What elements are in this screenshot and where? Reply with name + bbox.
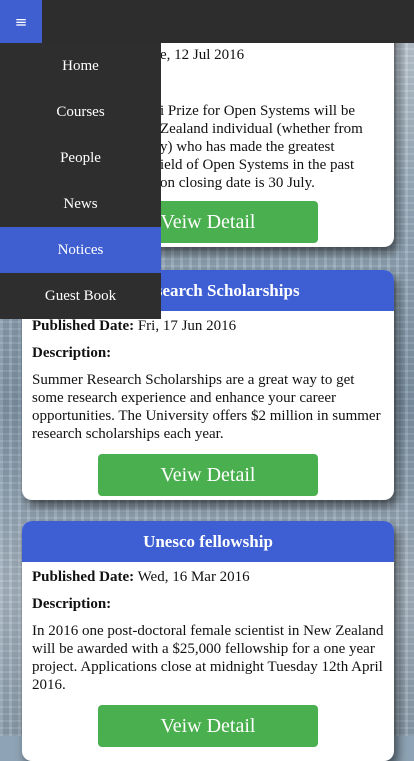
hamburger-icon[interactable]: ≡ [0,0,42,43]
card-title: Unesco fellowship [22,521,394,562]
description-line: y) who has made the greatest [160,139,335,155]
description-line: Zealand individual (whether from [160,121,363,137]
notice-card: Unesco fellowship Published Date: Wed, 1… [22,521,394,761]
nav-item-news[interactable]: News [0,181,161,227]
nav-item-guest-book[interactable]: Guest Book [0,273,161,319]
published-date: e, 12 Jul 2016 [160,47,245,63]
nav-item-notices[interactable]: Notices [0,227,161,273]
description-line: ield of Open Systems in the past [160,157,355,173]
description-line: i Prize for Open Systems will be [160,103,355,119]
side-menu: Home Courses People News Notices Guest B… [0,43,161,319]
nav-item-people[interactable]: People [0,135,161,181]
view-detail-button[interactable]: Veiw Detail [98,705,318,747]
view-detail-button[interactable]: Veiw Detail [98,454,318,496]
top-bar [0,0,414,43]
published-value: Wed, 16 Mar 2016 [137,569,250,585]
published-label: Published Date: [32,569,135,585]
nav-item-courses[interactable]: Courses [0,89,161,135]
nav-item-home[interactable]: Home [0,43,161,89]
description-label: Description: [32,345,112,361]
description-text: Summer Research Scholarships are a great… [32,372,381,442]
description-label: Description: [32,596,112,612]
published-label: Published Date: [32,318,135,334]
description-line: on closing date is 30 July. [160,175,315,191]
published-date: Published Date: Wed, 16 Mar 2016 [32,568,384,586]
published-value: Fri, 17 Jun 2016 [137,318,237,334]
published-date: Published Date: Fri, 17 Jun 2016 [32,317,384,335]
description-text: In 2016 one post-doctoral female scienti… [32,623,384,693]
